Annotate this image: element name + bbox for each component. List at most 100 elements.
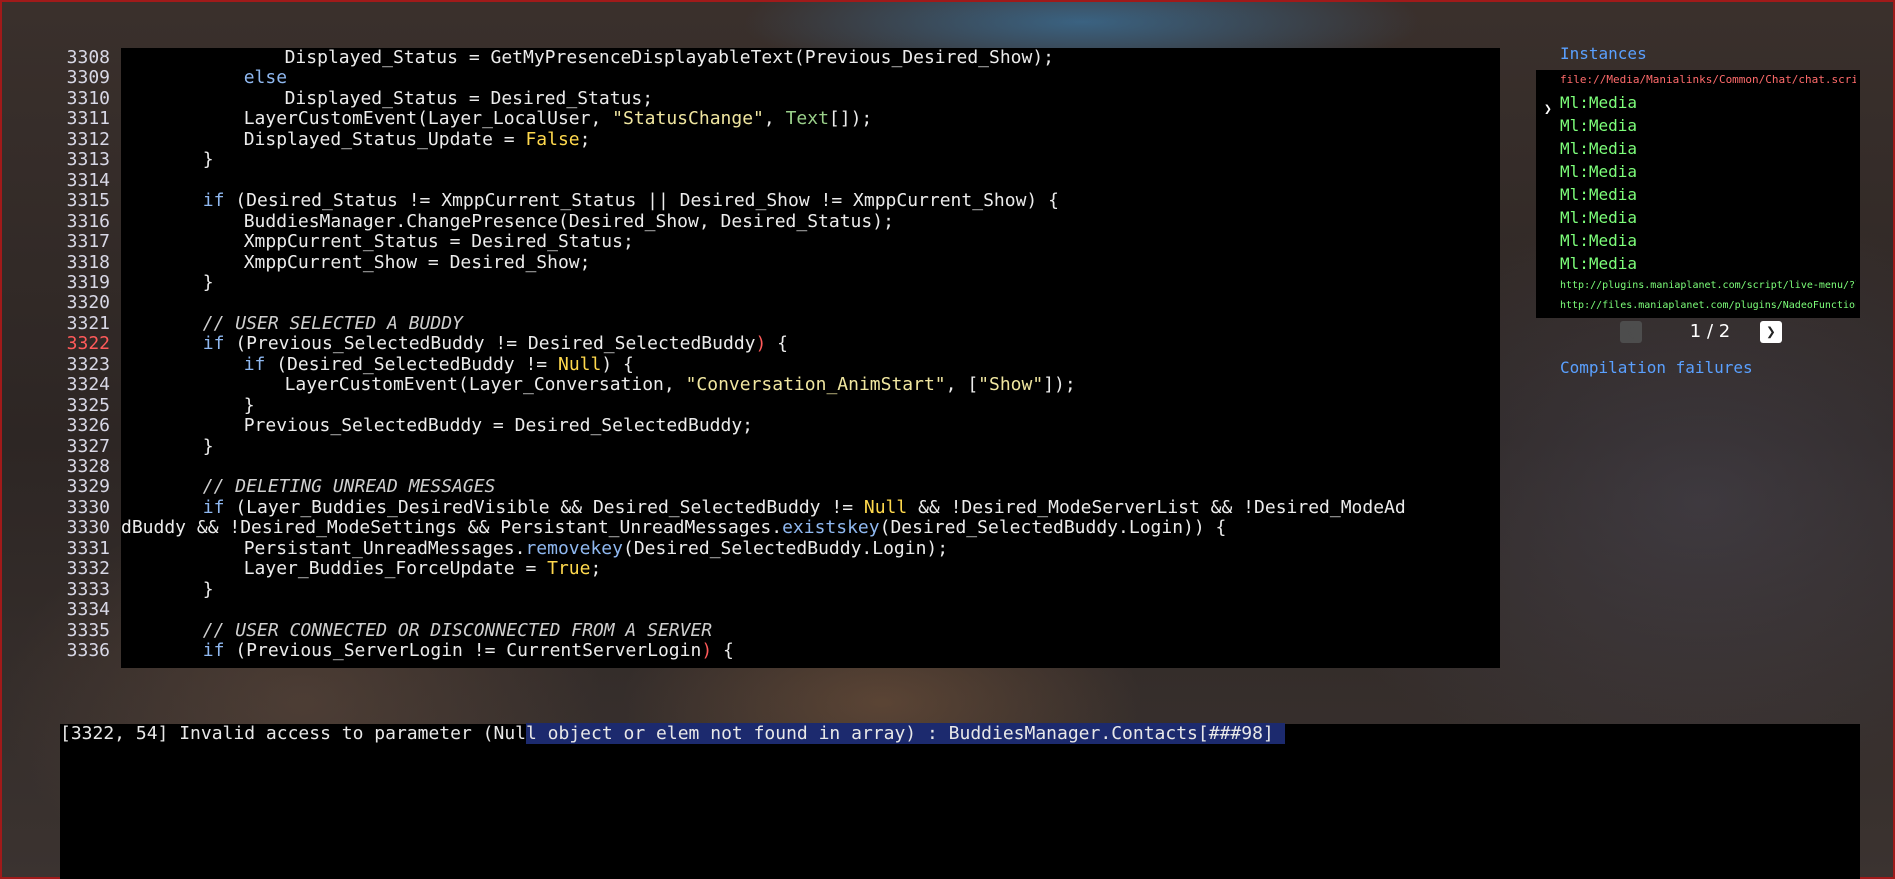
line-number: 3313: [66, 149, 110, 171]
line-number: 3316: [66, 210, 110, 232]
code-line: // USER CONNECTED OR DISCONNECTED FROM A…: [202, 619, 713, 641]
line-number: 3329: [66, 476, 110, 498]
line-number: 3315: [66, 190, 110, 212]
code-area[interactable]: Displayed_Status = GetMyPresenceDisplaya…: [121, 47, 1500, 668]
code-token: Displayed_Status = GetMyPresenceDisplaya…: [284, 47, 1055, 68]
line-number: 3332: [66, 558, 110, 580]
line-number-gutter: 3308 3309 3310 3311 3312 3313 3314 3315 3316 3317…: [60, 47, 120, 668]
line-number: 3314: [66, 169, 110, 191]
code-line: Previous_SelectedBuddy = Desired_Selecte…: [243, 415, 754, 437]
code-line: else: [244, 68, 287, 88]
code-token: // USER CONNECTED OR DISCONNECTED FROM A…: [202, 619, 713, 641]
line-number: 3324: [66, 374, 110, 396]
line-number: 3311: [66, 108, 110, 130]
code-token: if: [243, 353, 266, 375]
page-indicator: 1 / 2: [1689, 321, 1731, 342]
line-number: 3318: [66, 251, 110, 273]
line-number: 3328: [66, 456, 110, 477]
code-token: // USER SELECTED A BUDDY: [202, 312, 463, 334]
code-token: }: [202, 271, 214, 293]
code-line: if (Previous_ServerLogin != CurrentServe…: [203, 640, 734, 662]
code-line: LayerCustomEvent(Layer_LocalUser, "Statu…: [244, 109, 873, 129]
code-token: XmppCurrent_Show = Desired_Show;: [243, 251, 591, 273]
prev-page-button[interactable]: ❮: [1620, 321, 1642, 343]
instance-link[interactable]: http://plugins.maniaplanet.com/script/li…: [1560, 278, 1856, 294]
code-line: LayerCustomEvent(Layer_Conversation, "Co…: [285, 375, 1076, 395]
code-token: ,: [763, 108, 786, 130]
line-number: 3335: [66, 619, 110, 641]
code-token: }: [202, 578, 214, 600]
instance-item[interactable]: Ml:Media: [1560, 184, 1856, 206]
instance-link[interactable]: http://files.maniaplanet.com/plugins/Nad…: [1560, 298, 1856, 314]
code-token: Null: [557, 353, 602, 375]
code-token: dBuddy && !Desired_ModeSettings && Persi…: [121, 517, 783, 539]
line-number: 3330: [66, 496, 110, 518]
selected-arrow-icon: ❯: [1544, 102, 1552, 117]
line-number: 3321: [66, 312, 110, 334]
code-token: Displayed_Status_Update =: [243, 128, 526, 150]
instance-item[interactable]: Ml:Media: [1560, 207, 1856, 229]
instance-item[interactable]: Ml:Media: [1560, 138, 1856, 160]
code-token: Previous_SelectedBuddy = Desired_Selecte…: [243, 415, 754, 437]
code-token: if: [202, 496, 225, 518]
instance-item[interactable]: Ml:Media: [1560, 92, 1856, 114]
code-editor[interactable]: 3308 3309 3310 3311 3312 3313 3314 3315 3316 3317…: [60, 47, 1500, 668]
instance-item[interactable]: Ml:Media: [1560, 161, 1856, 183]
code-token: "StatusChange": [612, 108, 764, 130]
code-token: {: [766, 333, 789, 355]
instance-item-selected[interactable]: file://Media/Manialinks/Common/Chat/chat…: [1560, 72, 1856, 88]
code-token: }: [202, 149, 214, 171]
code-line: BuddiesManager.ChangePresence(Desired_Sh…: [244, 211, 894, 232]
instances-list[interactable]: ❯ file://Media/Manialinks/Common/Chat/ch…: [1536, 70, 1860, 318]
line-number: 3325: [66, 394, 110, 416]
instance-item[interactable]: Ml:Media: [1560, 253, 1856, 275]
code-token: }: [202, 435, 214, 457]
code-token: removekey: [525, 537, 623, 559]
line-number: 3327: [66, 435, 110, 457]
code-token: (Layer_Buddies_DesiredVisible && Desired…: [224, 496, 864, 518]
code-token: ): [755, 333, 767, 355]
code-line: // DELETING UNREAD MESSAGES: [203, 477, 496, 497]
code-token: ) {: [601, 353, 634, 375]
code-token: (Desired_SelectedBuddy.Login)) {: [879, 517, 1227, 539]
line-number: 3312: [66, 128, 110, 150]
line-number: 3309: [66, 67, 110, 89]
instances-panel: Instances ❯ file://Media/Manialinks/Comm…: [1536, 40, 1860, 420]
error-console: [3322, 54] Invalid access to parameter (…: [60, 723, 1860, 879]
code-token: []);: [828, 108, 873, 130]
code-token: if: [202, 190, 225, 212]
code-line: dBuddy && !Desired_ModeSettings && Persi…: [121, 518, 1226, 538]
code-token: // DELETING UNREAD MESSAGES: [202, 476, 496, 498]
line-number: 3308: [66, 47, 110, 68]
code-line: Displayed_Status_Update = False;: [243, 128, 591, 150]
code-token: else: [243, 67, 288, 89]
code-line: }: [203, 150, 214, 170]
code-token: (Previous_ServerLogin != CurrentServerLo…: [224, 640, 702, 662]
instance-item[interactable]: Ml:Media: [1560, 230, 1856, 252]
code-line: Displayed_Status = Desired_Status;: [284, 87, 654, 109]
next-page-button[interactable]: ❯: [1760, 321, 1782, 343]
code-token: {: [712, 640, 734, 662]
instance-item[interactable]: Ml:Media: [1560, 115, 1856, 137]
code-line: }: [202, 578, 214, 600]
code-line: Persistant_UnreadMessages.removekey(Desi…: [244, 537, 948, 559]
code-token: Displayed_Status = Desired_Status;: [284, 87, 654, 109]
code-token: ;: [579, 128, 591, 150]
code-token: Null: [863, 496, 908, 518]
line-number: 3326: [66, 415, 110, 437]
line-number: 3323: [66, 353, 110, 375]
line-number: 3333: [66, 578, 110, 600]
line-number: 3319: [66, 271, 110, 293]
compilation-failures-title[interactable]: Compilation failures: [1560, 358, 1753, 377]
line-number: 3310: [66, 87, 110, 109]
code-line: }: [202, 271, 214, 293]
code-token: (Desired_Status != XmppCurrent_Status ||…: [224, 190, 1059, 212]
instances-pager: ❮ 1 / 2 ❯: [1620, 318, 1820, 346]
code-line: }: [202, 435, 214, 457]
code-token: (Previous_SelectedBuddy != Desired_Selec…: [224, 333, 756, 355]
line-number: 3322: [66, 333, 110, 355]
code-line: if (Desired_SelectedBuddy != Null) {: [243, 353, 634, 375]
code-line: Layer_Buddies_ForceUpdate = True;: [244, 559, 602, 579]
error-message[interactable]: [3322, 54] Invalid access to parameter (…: [60, 723, 1285, 744]
instances-title: Instances: [1560, 44, 1647, 63]
